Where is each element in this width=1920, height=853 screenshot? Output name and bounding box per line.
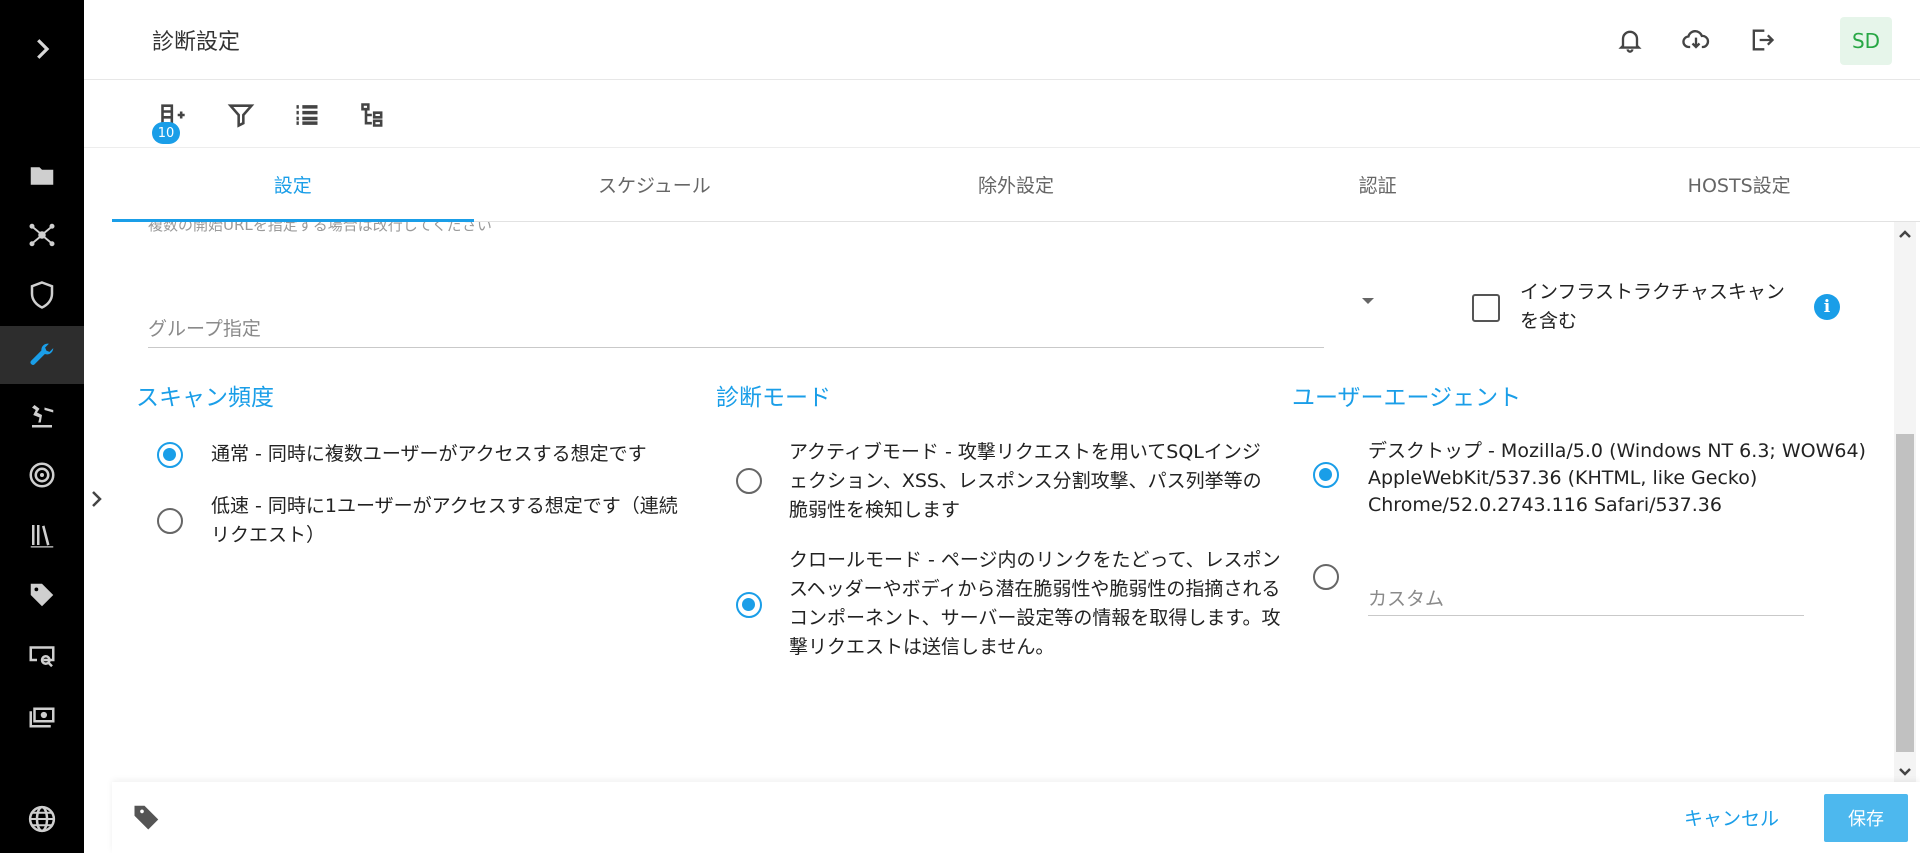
radio-mode-crawl[interactable] [736,592,762,618]
infra-scan-checkbox[interactable] [1472,294,1500,322]
tab-schedule[interactable]: スケジュール [474,148,836,221]
globe-icon[interactable] [0,790,84,848]
save-button[interactable]: 保存 [1824,794,1908,842]
scroll-down-icon[interactable] [1898,764,1912,778]
wrench-icon[interactable] [0,326,84,384]
filter-icon[interactable] [224,98,258,132]
cloud-download-icon[interactable] [1678,22,1714,58]
scan-frequency-title: スキャン頻度 [136,385,274,411]
library-icon[interactable] [0,506,84,564]
ua-desktop-label: デスクトップ - Mozilla/5.0 (Windows NT 6.3; WO… [1368,440,1866,516]
cancel-button[interactable]: キャンセル [1684,804,1779,831]
radio-mode-active[interactable] [736,468,762,494]
list-icon[interactable] [290,98,324,132]
group-placeholder: グループ指定 [148,318,261,340]
tree-icon[interactable] [356,98,390,132]
tag-icon[interactable] [132,802,162,832]
tab-settings[interactable]: 設定 [112,148,474,222]
toolbar: 10 [84,80,1920,148]
tab-auth[interactable]: 認証 [1197,148,1559,221]
diagnostic-mode-title: 診断モード [716,385,831,411]
page-title: 診断設定 [152,30,241,55]
top-header: 診断設定 SD [84,0,1920,80]
shield-icon[interactable] [0,266,84,324]
scroll-thumb[interactable] [1896,434,1914,752]
radio-freq-normal[interactable] [157,442,183,468]
freq-normal-label: 通常 - 同時に複数ユーザーがアクセスする想定です [211,443,647,465]
logout-icon[interactable] [1744,22,1780,58]
left-nav-rail [0,0,84,853]
folder-icon[interactable] [0,147,84,205]
infra-scan-label: インフラストラクチャスキャンを含む [1520,281,1785,332]
radio-ua-desktop[interactable] [1313,462,1339,488]
mode-crawl-label: クロールモード - ページ内のリンクをたどって、レスポンスヘッダーやボディから潜… [789,549,1281,658]
content-scrollbar[interactable] [1894,222,1916,782]
freq-slow-label: 低速 - 同時に1ユーザーがアクセスする想定です（連続リクエスト） [211,495,678,546]
custom-ua-input[interactable]: カスタム [1368,562,1804,616]
hunter-icon[interactable] [0,386,84,444]
search-money-icon[interactable] [0,626,84,684]
settings-tabs: 設定 スケジュール 除外設定 認証 HOSTS設定 [112,148,1920,222]
money-icon[interactable] [0,686,84,744]
tab-exclusion[interactable]: 除外設定 [835,148,1197,221]
start-url-hint: 複数の開始URLを指定する場合は改行してください [148,222,492,234]
tag-icon[interactable] [0,566,84,624]
info-icon[interactable]: i [1814,294,1840,320]
user-agent-title: ユーザーエージェント [1292,385,1522,411]
radio-freq-slow[interactable] [157,508,183,534]
user-avatar[interactable]: SD [1840,17,1892,65]
expand-nav-icon[interactable] [0,20,84,78]
target-icon[interactable] [0,446,84,504]
mode-active-label: アクティブモード - 攻撃リクエストを用いてSQLインジェクション、XSS、レス… [789,441,1262,521]
footer-bar: キャンセル 保存 [112,782,1920,853]
group-select[interactable]: グループ指定 [148,290,1324,348]
network-icon[interactable] [0,206,84,264]
settings-content: 複数の開始URLを指定する場合は改行してください グループ指定 インフラストラク… [112,222,1896,782]
dropdown-arrow-icon[interactable] [1362,298,1374,304]
custom-ua-placeholder: カスタム [1368,588,1445,610]
scroll-up-icon[interactable] [1898,226,1912,240]
bell-icon[interactable] [1612,22,1648,58]
tab-hosts[interactable]: HOSTS設定 [1558,148,1920,221]
radio-ua-custom[interactable] [1313,564,1339,590]
chevron-right-icon[interactable] [88,488,108,512]
count-badge: 10 [152,122,180,144]
